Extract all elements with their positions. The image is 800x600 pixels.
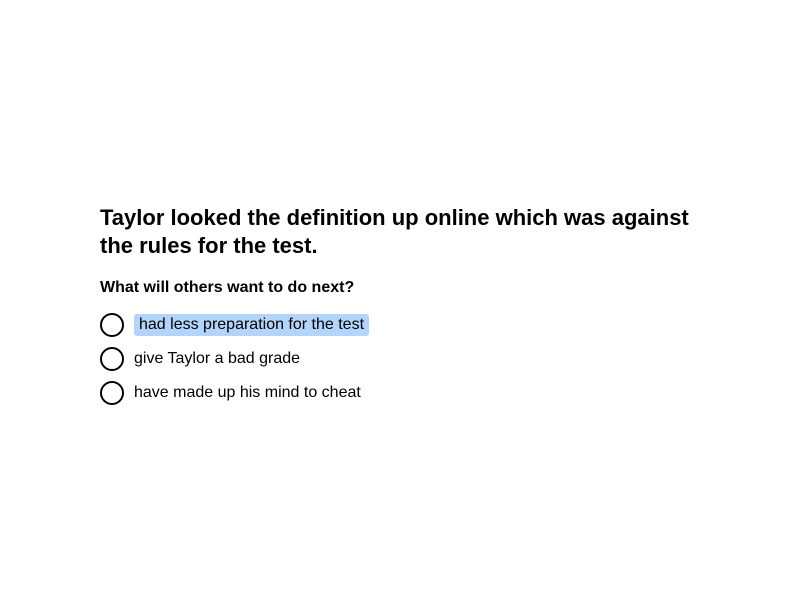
question-block: Taylor looked the definition up online w… — [100, 204, 700, 405]
answer-option-label[interactable]: give Taylor a bad grade — [134, 348, 300, 370]
question-prompt: What will others want to do next? — [100, 279, 355, 296]
answer-option-label[interactable]: had less preparation for the test — [134, 314, 370, 336]
answer-option-2[interactable]: give Taylor a bad grade — [100, 346, 300, 372]
answer-option-1[interactable]: had less preparation for the test — [100, 312, 370, 338]
question-context: Taylor looked the definition up online w… — [100, 205, 689, 258]
radio-button-icon[interactable] — [100, 381, 124, 405]
radio-button-icon[interactable] — [100, 313, 124, 337]
answer-option-3[interactable]: have made up his mind to cheat — [100, 380, 361, 406]
answer-option-label[interactable]: have made up his mind to cheat — [134, 382, 361, 404]
radio-button-icon[interactable] — [100, 347, 124, 371]
